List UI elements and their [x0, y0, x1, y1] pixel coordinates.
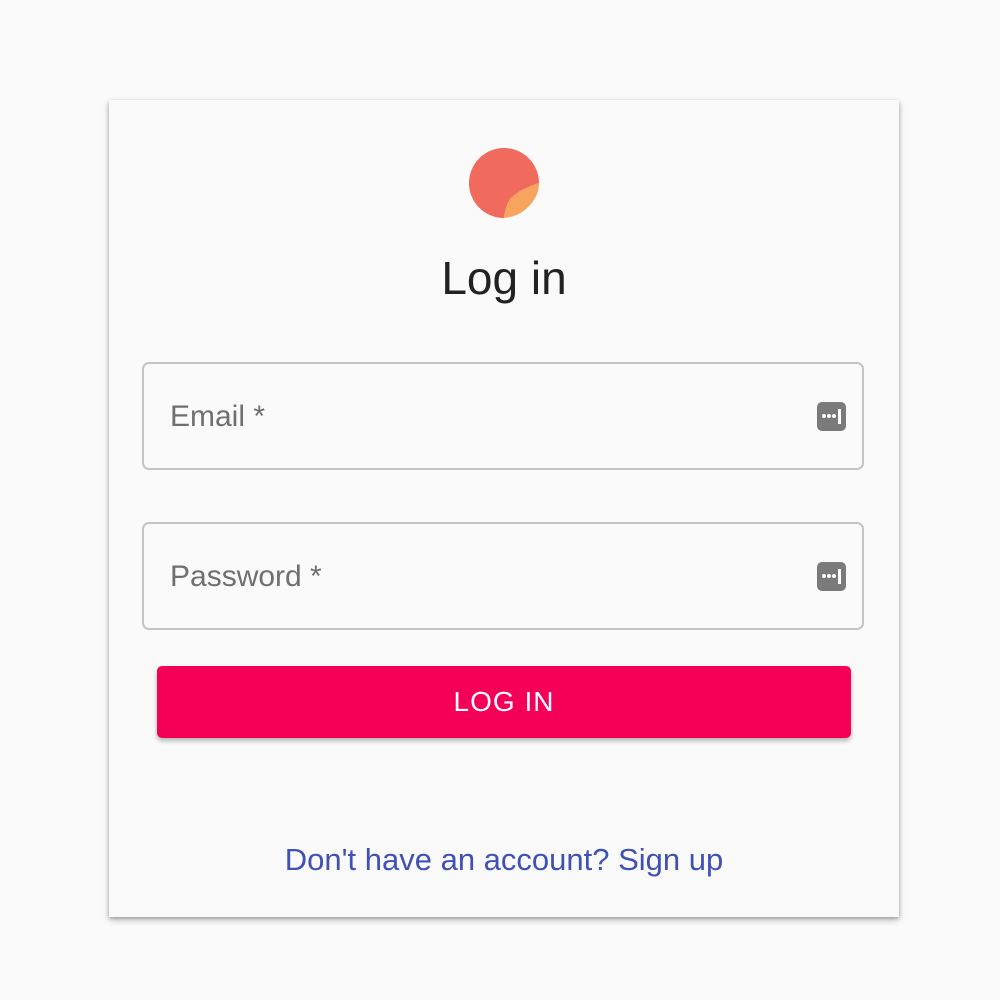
password-field[interactable]: Password * [142, 522, 864, 630]
email-input[interactable] [170, 394, 794, 440]
signup-link[interactable]: Don't have an account? Sign up [109, 840, 899, 880]
page-title: Log in [441, 252, 567, 304]
sticker-peel-logo-icon [469, 148, 539, 218]
email-field[interactable]: Email * [142, 362, 864, 470]
password-manager-icon[interactable] [817, 562, 846, 591]
password-manager-icon[interactable] [817, 402, 846, 431]
password-input[interactable] [170, 554, 794, 600]
login-card: Log in Email * Password * LOG IN Don't h… [109, 100, 899, 917]
login-button[interactable]: LOG IN [157, 666, 851, 738]
